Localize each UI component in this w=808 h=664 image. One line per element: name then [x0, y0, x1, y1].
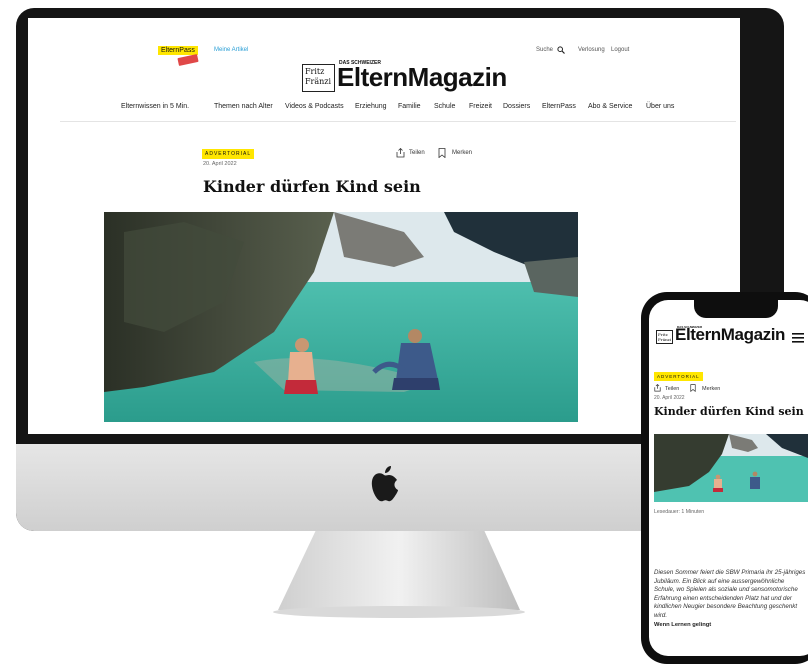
nav-item-dossiers[interactable]: Dossiers: [503, 103, 530, 110]
elternpass-card-icon: [177, 54, 199, 66]
mobile-advertorial-label: ADVERTORIAL: [654, 372, 703, 381]
nav-item-ueber-uns[interactable]: Über uns: [646, 103, 674, 110]
mobile-share-button[interactable]: Teilen: [665, 386, 679, 392]
search-button[interactable]: Suche: [536, 47, 553, 53]
nav-item-elternwissen[interactable]: Elternwissen in 5 Min.: [121, 103, 189, 110]
mobile-logo-main[interactable]: ElternMagazin: [675, 325, 785, 345]
logo-franzi-text: Fränzi: [305, 77, 332, 86]
article-date: 20. April 2022: [203, 161, 237, 167]
mobile-logo-franzi-text: Fränzi: [658, 337, 672, 342]
nav-item-abo-service[interactable]: Abo & Service: [588, 103, 632, 110]
mobile-logo-fritz-franzi: Fritz Fränzi: [656, 330, 673, 344]
logo-fritz-text: Fritz: [305, 67, 325, 76]
phone-notch: [694, 300, 778, 318]
mobile-bookmark-button[interactable]: Merken: [702, 386, 720, 392]
advertorial-label: ADVERTORIAL: [202, 149, 255, 159]
mobile-reading-time: Lesedauer: 1 Minuten: [654, 509, 705, 515]
mobile-article-date: 20. April 2022: [654, 395, 685, 401]
nav-divider: [60, 121, 736, 122]
nav-item-themen[interactable]: Themen nach Alter: [214, 103, 273, 110]
article-title: Kinder dürfen Kind sein: [203, 177, 421, 196]
nav-item-schule[interactable]: Schule: [434, 103, 455, 110]
logo-main[interactable]: ElternMagazin: [337, 62, 507, 93]
article-hero-image: [104, 212, 578, 422]
mobile-bookmark-icon[interactable]: [690, 384, 696, 392]
share-icon[interactable]: [396, 148, 405, 158]
imac-screen: ElternPass Meine Artikel Suche Verlosung…: [28, 18, 740, 434]
nav-item-familie[interactable]: Familie: [398, 103, 421, 110]
nav-item-freizeit[interactable]: Freizeit: [469, 103, 492, 110]
logout-link[interactable]: Logout: [611, 47, 629, 53]
search-icon[interactable]: [557, 46, 565, 54]
nav-item-elternpass[interactable]: ElternPass: [542, 103, 576, 110]
my-articles-link[interactable]: Meine Artikel: [214, 47, 248, 53]
lottery-link[interactable]: Verlosung: [578, 47, 605, 53]
mobile-hero-image: [654, 434, 808, 502]
mobile-subheading: Wenn Lernen gelingt: [654, 622, 712, 628]
apple-logo-icon: [371, 466, 398, 502]
mobile-article-intro: Diesen Sommer feiert die SBW Primaria ih…: [654, 569, 806, 619]
logo-fritz-franzi: Fritz Fränzi: [302, 64, 335, 92]
bookmark-button[interactable]: Merken: [452, 150, 472, 156]
nav-item-videos[interactable]: Videos & Podcasts: [285, 103, 344, 110]
menu-icon[interactable]: [792, 333, 804, 343]
mobile-article-title: Kinder dürfen Kind sein: [654, 405, 804, 418]
elternpass-badge[interactable]: ElternPass: [158, 46, 198, 55]
mobile-share-icon[interactable]: [654, 384, 661, 392]
nav-item-erziehung[interactable]: Erziehung: [355, 103, 387, 110]
share-button[interactable]: Teilen: [409, 150, 425, 156]
bookmark-icon[interactable]: [438, 148, 446, 158]
